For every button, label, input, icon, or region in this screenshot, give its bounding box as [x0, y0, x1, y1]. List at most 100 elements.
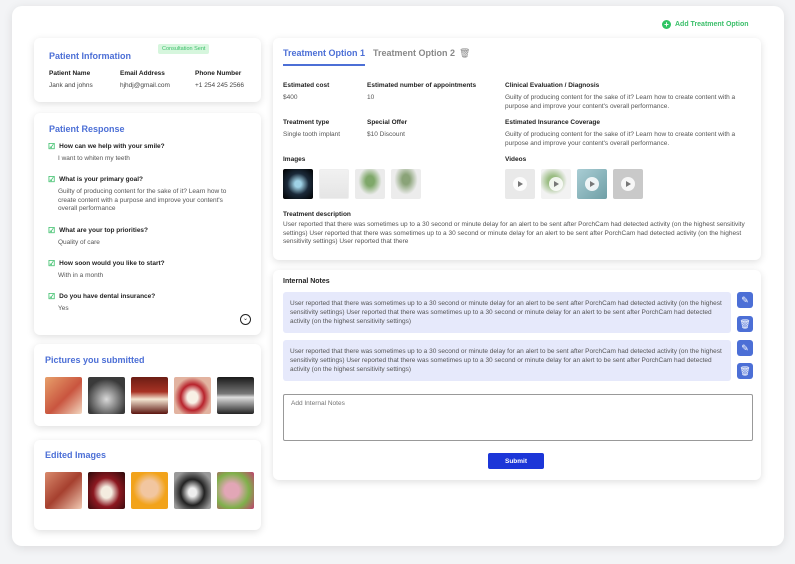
clinical-field: Clinical Evaluation / Diagnosis Guilty o… [505, 82, 745, 111]
estimated-cost-field: Estimated cost $400 [283, 82, 329, 103]
qa-item: ☑ How soon would you like to start? With … [48, 259, 238, 281]
edited-photo[interactable] [217, 472, 254, 509]
edited-images-title: Edited Images [45, 450, 107, 460]
play-icon [549, 177, 563, 191]
pencil-icon[interactable]: ✎ [737, 292, 753, 308]
check-square-icon: ☑ [48, 175, 56, 184]
answer-text: Quality of care [58, 239, 100, 246]
submit-button[interactable]: Submit [488, 453, 544, 469]
edited-gallery [45, 472, 254, 509]
patient-name-field: Patient Name Jank and johns [49, 70, 93, 89]
patient-name-label: Patient Name [49, 70, 91, 77]
treatment-description-label: Treatment description [283, 211, 351, 218]
question-text: Do you have dental insurance? [59, 293, 156, 300]
email-label: Email Address [120, 70, 165, 77]
check-square-icon: ☑ [48, 142, 56, 151]
qa-item: ☑ What is your primary goal? Guilty of pr… [48, 175, 238, 214]
phone-label: Phone Number [195, 70, 242, 77]
patient-info-title: Patient Information [49, 51, 132, 61]
insurance-value: Guilty of producing content for the sake… [505, 131, 736, 147]
treatment-image[interactable] [355, 169, 385, 199]
smile-photo[interactable] [174, 377, 211, 414]
treatment-type-value: Single tooth implant [283, 131, 341, 138]
question-text: What are your top priorities? [59, 227, 149, 234]
treatment-description-field: Treatment description User reported that… [283, 211, 748, 247]
appointments-label: Estimated number of appointments [367, 82, 477, 89]
play-icon [585, 177, 599, 191]
appointments-field: Estimated number of appointments 10 [367, 82, 476, 103]
smile-photo[interactable] [45, 377, 82, 414]
answer-text: Yes [58, 305, 69, 312]
treatment-image[interactable] [319, 169, 349, 199]
question-text: What is your primary goal? [59, 176, 143, 183]
treatment-description-value: User reported that there was sometimes u… [283, 221, 745, 245]
qa-item: ☑ How can we help with your smile? I want… [48, 142, 238, 164]
trash-icon[interactable]: 🗑 [459, 48, 470, 59]
estimated-cost-value: $400 [283, 94, 298, 101]
add-treatment-option-button[interactable]: + Add Treatment Option [662, 20, 749, 29]
treatment-type-label: Treatment type [283, 119, 330, 126]
check-square-icon: ☑ [48, 259, 56, 268]
answer-text: I want to whiten my teeth [58, 155, 130, 162]
answer-text: With in a month [58, 272, 104, 279]
smile-photo[interactable] [88, 377, 125, 414]
note-item: User reported that there was sometimes u… [283, 292, 731, 333]
qa-item: ☑ Do you have dental insurance? Yes [48, 292, 238, 314]
edited-photo[interactable] [45, 472, 82, 509]
edited-photo[interactable] [88, 472, 125, 509]
special-offer-label: Special Offer [367, 119, 408, 126]
phone-field: Phone Number +1 254 245 2566 [195, 70, 244, 89]
phone-value: +1 254 245 2566 [195, 82, 244, 89]
trash-icon[interactable]: 🗑 [737, 316, 753, 332]
images-label: Images [283, 156, 306, 163]
insurance-field: Estimated Insurance Coverage Guilty of p… [505, 119, 745, 148]
email-field: Email Address hjhdj@gmail.com [120, 70, 170, 89]
pictures-title: Pictures you submitted [45, 355, 145, 365]
status-badge: Consultation Sent [158, 44, 210, 54]
internal-notes-title: Internal Notes [283, 278, 330, 285]
add-treatment-option-label: Add Treatment Option [675, 21, 749, 28]
treatment-image[interactable] [391, 169, 421, 199]
treatment-videos [505, 169, 643, 199]
trash-icon[interactable]: 🗑 [737, 363, 753, 379]
images-field: Images [283, 156, 305, 163]
treatment-images [283, 169, 421, 199]
play-icon [621, 177, 635, 191]
videos-label: Videos [505, 156, 527, 163]
patient-name-value: Jank and johns [49, 82, 93, 89]
smile-photo[interactable] [217, 377, 254, 414]
answer-text: Guilty of producing content for the sake… [58, 188, 227, 212]
clinical-label: Clinical Evaluation / Diagnosis [505, 82, 600, 89]
clinical-value: Guilty of producing content for the sake… [505, 94, 736, 110]
treatment-video[interactable] [541, 169, 571, 199]
edited-photo[interactable] [131, 472, 168, 509]
tab-treatment-option-1[interactable]: Treatment Option 1 [283, 48, 365, 58]
pictures-gallery [45, 377, 254, 414]
internal-notes-input[interactable] [283, 394, 753, 441]
check-square-icon: ☑ [48, 226, 56, 235]
smile-photo[interactable] [131, 377, 168, 414]
chevron-down-circle-icon[interactable]: ⌄ [240, 314, 251, 325]
videos-field: Videos [505, 156, 526, 163]
special-offer-field: Special Offer $10 Discount [367, 119, 407, 140]
question-text: How can we help with your smile? [59, 143, 165, 150]
pencil-icon[interactable]: ✎ [737, 340, 753, 356]
qa-item: ☑ What are your top priorities? Quality o… [48, 226, 238, 248]
email-value: hjhdj@gmail.com [120, 82, 170, 89]
estimated-cost-label: Estimated cost [283, 82, 330, 89]
note-item: User reported that there was sometimes u… [283, 340, 731, 381]
treatment-video[interactable] [613, 169, 643, 199]
active-tab-indicator [283, 64, 365, 66]
special-offer-value: $10 Discount [367, 131, 405, 138]
play-icon [513, 177, 527, 191]
treatment-video[interactable] [505, 169, 535, 199]
question-text: How soon would you like to start? [59, 260, 165, 267]
treatment-video[interactable] [577, 169, 607, 199]
tab-treatment-option-2[interactable]: Treatment Option 2 [373, 48, 455, 58]
edited-photo[interactable] [174, 472, 211, 509]
treatment-image[interactable] [283, 169, 313, 199]
plus-circle-icon: + [662, 20, 671, 29]
insurance-label: Estimated Insurance Coverage [505, 119, 601, 126]
treatment-type-field: Treatment type Single tooth implant [283, 119, 340, 140]
patient-response-title: Patient Response [49, 124, 125, 134]
